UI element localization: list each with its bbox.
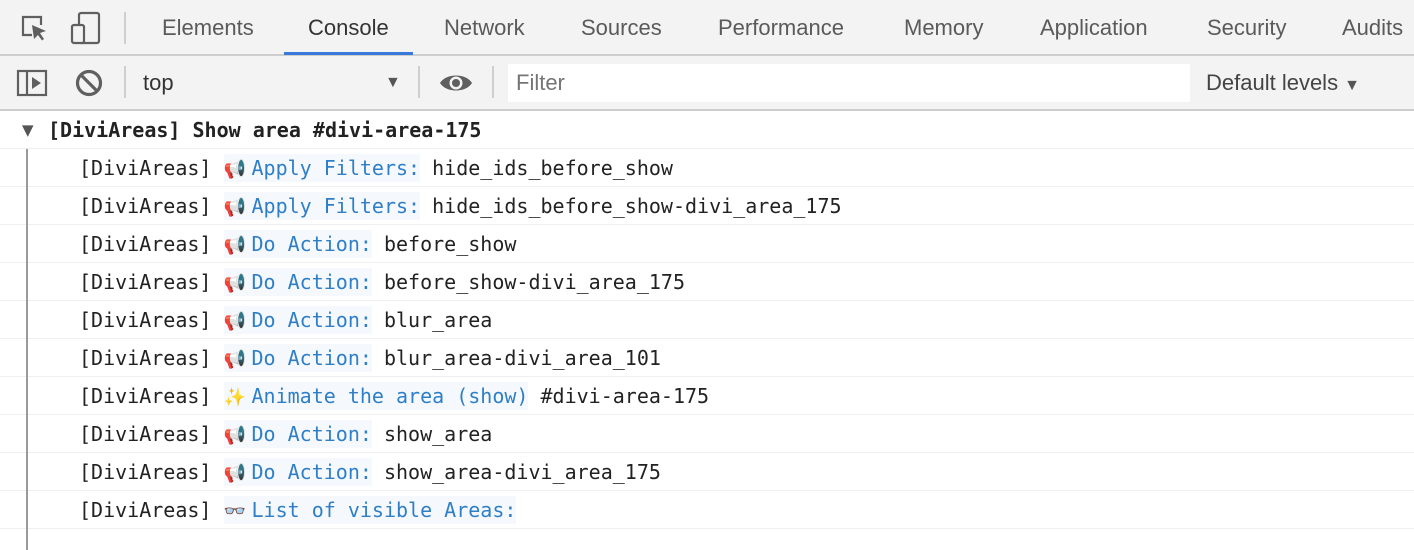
tab-elements[interactable]: Elements bbox=[138, 0, 278, 54]
divider bbox=[124, 66, 126, 98]
divider bbox=[492, 66, 494, 98]
console-message: [DiviAreas] 📢 Do Action: show_area bbox=[0, 415, 1414, 453]
group-title: [DiviAreas] Show area #divi-area-175 bbox=[48, 118, 482, 142]
tab-application[interactable]: Application bbox=[1016, 0, 1172, 54]
message-prefix: [DiviAreas] bbox=[79, 346, 212, 370]
styled-label: 👓 List of visible Areas: bbox=[223, 496, 517, 524]
console-message: [DiviAreas] 📢 Do Action: blur_area-divi_a… bbox=[0, 339, 1414, 377]
megaphone-icon: 📢 bbox=[223, 197, 246, 218]
message-label: Do Action: bbox=[251, 308, 372, 332]
message-prefix: [DiviAreas] bbox=[79, 232, 212, 256]
message-value: before_show-divi_area_175 bbox=[383, 270, 685, 294]
divider bbox=[124, 12, 126, 44]
console-messages: ▼ [DiviAreas] Show area #divi-area-175 [… bbox=[0, 111, 1414, 529]
expand-triangle-icon[interactable]: ▼ bbox=[22, 111, 34, 149]
tab-audits[interactable]: Audits bbox=[1318, 0, 1414, 54]
message-prefix: [DiviAreas] bbox=[79, 460, 212, 484]
megaphone-icon: 📢 bbox=[223, 273, 246, 294]
tab-security[interactable]: Security bbox=[1183, 0, 1310, 54]
filter-input[interactable] bbox=[508, 64, 1190, 102]
devtools-tab-bar: Elements Console Network Sources Perform… bbox=[0, 0, 1414, 56]
glasses-icon: 👓 bbox=[223, 501, 246, 522]
context-selector[interactable]: top bbox=[143, 56, 174, 109]
message-prefix: [DiviAreas] bbox=[79, 194, 212, 218]
message-label: Do Action: bbox=[251, 270, 372, 294]
message-label: Do Action: bbox=[251, 422, 372, 446]
styled-label: 📢 Do Action: bbox=[223, 458, 372, 486]
device-toolbar-icon[interactable] bbox=[68, 10, 104, 46]
megaphone-icon: 📢 bbox=[223, 349, 246, 370]
console-message: [DiviAreas] 📢 Apply Filters: hide_ids_bef… bbox=[0, 149, 1414, 187]
message-label: Animate the area (show) bbox=[251, 384, 529, 408]
message-label: Do Action: bbox=[251, 460, 372, 484]
message-prefix: [DiviAreas] bbox=[79, 384, 212, 408]
console-group-header[interactable]: ▼ [DiviAreas] Show area #divi-area-175 bbox=[0, 111, 1414, 149]
console-message: [DiviAreas] 📢 Do Action: before_show bbox=[0, 225, 1414, 263]
styled-label: 📢 Do Action: bbox=[223, 268, 372, 296]
styled-label: 📢 Apply Filters: bbox=[223, 192, 421, 220]
megaphone-icon: 📢 bbox=[223, 425, 246, 446]
message-value: #divi-area-175 bbox=[540, 384, 710, 408]
megaphone-icon: 📢 bbox=[223, 463, 246, 484]
tab-network[interactable]: Network bbox=[420, 0, 549, 54]
group-indent-line bbox=[26, 149, 28, 550]
divider bbox=[418, 66, 420, 98]
message-value: before_show bbox=[383, 232, 517, 256]
console-toolbar: top ▼ Default levels ▼ bbox=[0, 56, 1414, 111]
sidebar-toggle-icon[interactable] bbox=[14, 65, 50, 101]
message-value: blur_area-divi_area_101 bbox=[383, 346, 661, 370]
console-message: [DiviAreas] 📢 Do Action: show_area-divi_a… bbox=[0, 453, 1414, 491]
console-message: [DiviAreas] ✨ Animate the area (show) #di… bbox=[0, 377, 1414, 415]
styled-label: 📢 Apply Filters: bbox=[223, 154, 421, 182]
styled-label: 📢 Do Action: bbox=[223, 420, 372, 448]
console-message: [DiviAreas] 👓 List of visible Areas: bbox=[0, 491, 1414, 529]
message-prefix: [DiviAreas] bbox=[79, 498, 212, 522]
log-levels-dropdown[interactable]: Default levels ▼ bbox=[1206, 56, 1360, 109]
message-value: hide_ids_before_show-divi_area_175 bbox=[432, 194, 842, 218]
live-expression-eye-icon[interactable] bbox=[438, 65, 474, 101]
sparkles-icon: ✨ bbox=[223, 387, 246, 408]
styled-label: 📢 Do Action: bbox=[223, 306, 372, 334]
message-prefix: [DiviAreas] bbox=[79, 270, 212, 294]
console-message: [DiviAreas] 📢 Apply Filters: hide_ids_bef… bbox=[0, 187, 1414, 225]
message-value: hide_ids_before_show bbox=[432, 156, 673, 180]
tab-performance[interactable]: Performance bbox=[694, 0, 868, 54]
message-prefix: [DiviAreas] bbox=[79, 156, 212, 180]
message-label: Apply Filters: bbox=[251, 156, 421, 180]
message-value: show_area-divi_area_175 bbox=[383, 460, 661, 484]
message-prefix: [DiviAreas] bbox=[79, 422, 212, 446]
styled-label: 📢 Do Action: bbox=[223, 344, 372, 372]
message-label: List of visible Areas: bbox=[251, 498, 517, 522]
tab-sources[interactable]: Sources bbox=[557, 0, 686, 54]
console-message: [DiviAreas] 📢 Do Action: before_show-divi… bbox=[0, 263, 1414, 301]
message-label: Do Action: bbox=[251, 346, 372, 370]
message-value: blur_area bbox=[383, 308, 493, 332]
tab-memory[interactable]: Memory bbox=[880, 0, 1007, 54]
styled-label: 📢 Do Action: bbox=[223, 230, 372, 258]
message-value: show_area bbox=[383, 422, 493, 446]
clear-console-icon[interactable] bbox=[71, 65, 107, 101]
styled-label: ✨ Animate the area (show) bbox=[223, 382, 529, 410]
megaphone-icon: 📢 bbox=[223, 159, 246, 180]
log-levels-label: Default levels bbox=[1206, 70, 1339, 95]
message-label: Apply Filters: bbox=[251, 194, 421, 218]
megaphone-icon: 📢 bbox=[223, 311, 246, 332]
chevron-down-icon: ▼ bbox=[1344, 77, 1360, 94]
megaphone-icon: 📢 bbox=[223, 235, 246, 256]
message-label: Do Action: bbox=[251, 232, 372, 256]
console-message: [DiviAreas] 📢 Do Action: blur_area bbox=[0, 301, 1414, 339]
tab-console[interactable]: Console bbox=[284, 0, 413, 55]
inspect-element-icon[interactable] bbox=[16, 10, 52, 46]
chevron-down-icon[interactable]: ▼ bbox=[385, 56, 401, 109]
message-prefix: [DiviAreas] bbox=[79, 308, 212, 332]
